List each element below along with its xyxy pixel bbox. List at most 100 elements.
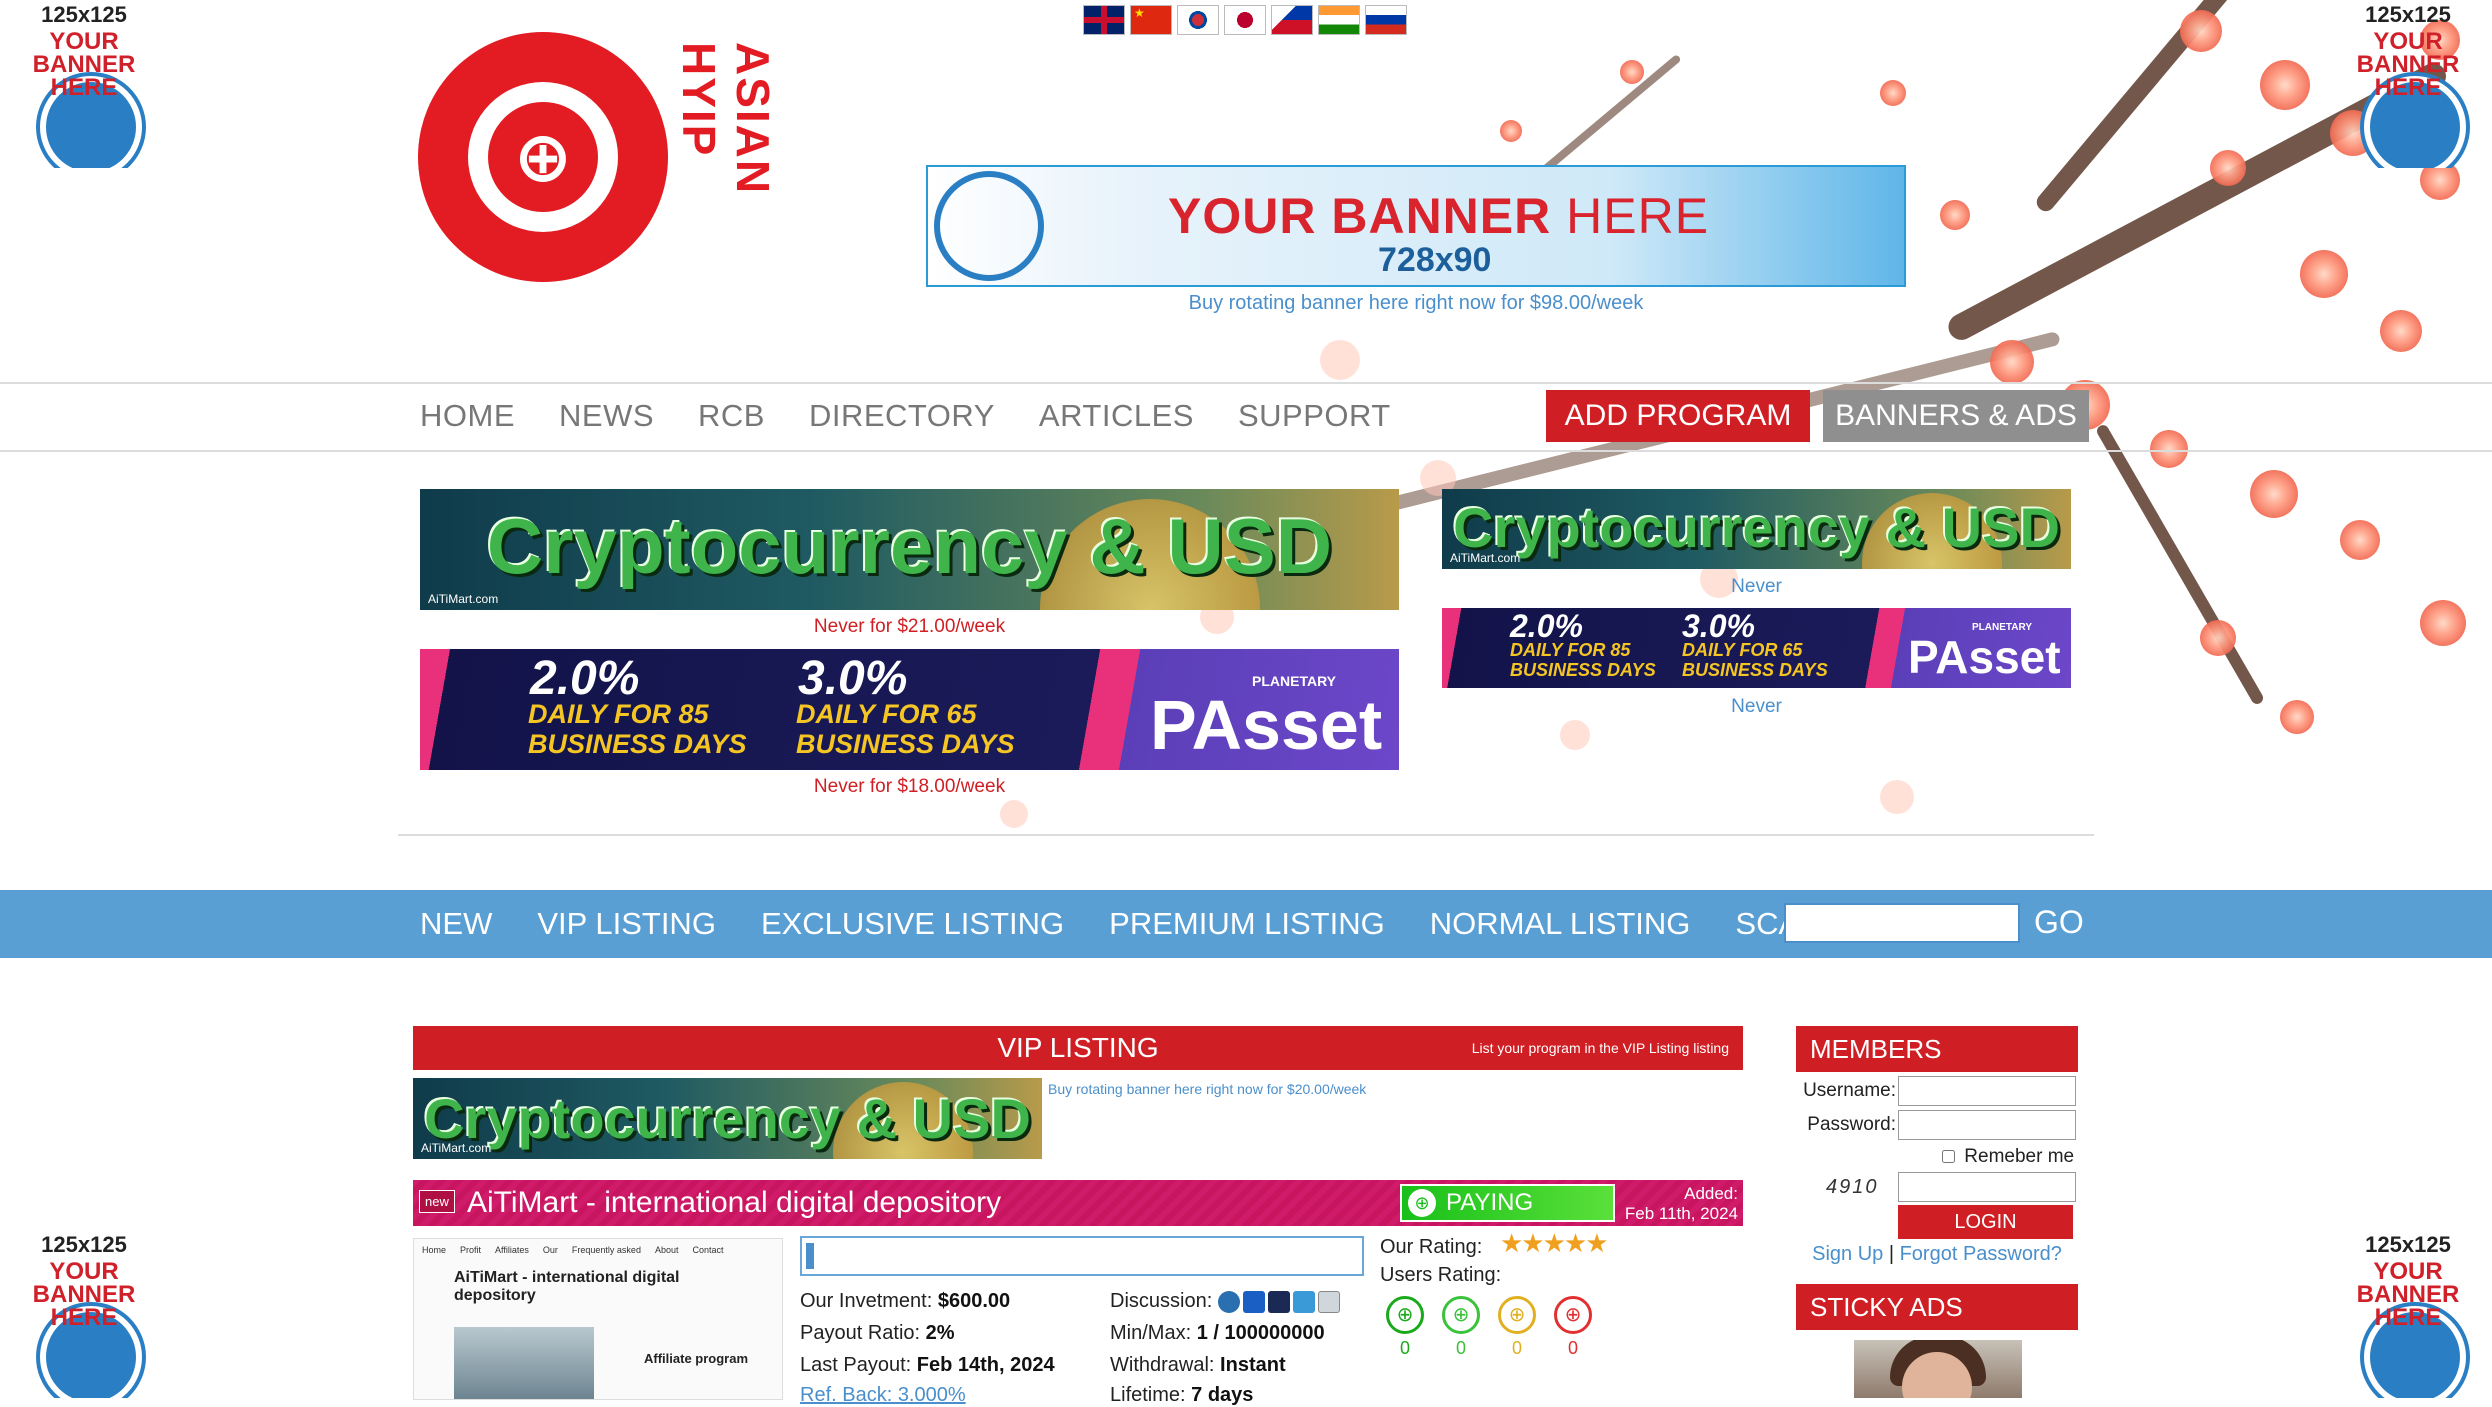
top-banner-caption[interactable]: Buy rotating banner here right now for $… bbox=[926, 292, 1906, 315]
rating-good[interactable]: ⊕ 0 bbox=[1386, 1296, 1424, 1359]
username-input[interactable] bbox=[1898, 1076, 2076, 1106]
ad-line1: YOUR bbox=[49, 28, 119, 55]
ad-size: 125x125 bbox=[2365, 2, 2451, 27]
add-program-button[interactable]: ADD PROGRAM bbox=[1546, 390, 1810, 442]
side-ad-top-left[interactable]: 125x125 YOUR BANNER HERE bbox=[0, 0, 168, 168]
ad-line1: YOUR bbox=[2373, 1258, 2443, 1285]
banner-title-bold: YOUR BANNER bbox=[1168, 188, 1552, 244]
forgot-password-link[interactable]: Forgot Password? bbox=[1900, 1243, 2062, 1265]
nav-support[interactable]: SUPPORT bbox=[1238, 398, 1391, 434]
rating-ok[interactable]: ⊕ 0 bbox=[1442, 1296, 1480, 1359]
vip-banner-caption[interactable]: Buy rotating banner here right now for $… bbox=[1048, 1081, 1366, 1097]
password-input[interactable] bbox=[1898, 1110, 2076, 1140]
passet-business-2: BUSINESS DAYS bbox=[796, 729, 1015, 759]
left-banner-caption-1[interactable]: Never for $21.00/week bbox=[420, 616, 1399, 638]
flag-india-icon[interactable] bbox=[1318, 5, 1360, 35]
crypto-banner-small[interactable]: Cryptocurrency & USD AiTiMart.com bbox=[1442, 489, 2071, 569]
forum-bird-icon[interactable] bbox=[1217, 1290, 1240, 1313]
flag-uk-icon[interactable] bbox=[1083, 5, 1125, 35]
ref-back-row[interactable]: Ref. Back: 3.000% bbox=[800, 1384, 966, 1407]
nav-directory[interactable]: DIRECTORY bbox=[809, 398, 995, 434]
top-banner-728x90[interactable]: YOUR BANNER HERE 728x90 bbox=[926, 165, 1906, 287]
ad-line3: HERE bbox=[2374, 1304, 2442, 1331]
rating-warn[interactable]: ⊕ 0 bbox=[1498, 1296, 1536, 1359]
thumb-nav-item: Our bbox=[542, 1245, 558, 1255]
listing-tab-normal[interactable]: NORMAL LISTING bbox=[1430, 906, 1691, 942]
nav-divider-bottom bbox=[0, 450, 2492, 452]
forum-chart-icon[interactable] bbox=[1317, 1290, 1340, 1313]
crypto-banner-large[interactable]: Cryptocurrency & USD AiTiMart.com bbox=[420, 489, 1399, 610]
nav-rcb[interactable]: RCB bbox=[698, 398, 765, 434]
remember-me[interactable]: Remeber me bbox=[1942, 1146, 2074, 1168]
crypto-banner-text: Cryptocurrency & USD bbox=[486, 502, 1333, 590]
withdrawal-value: Instant bbox=[1220, 1354, 1286, 1376]
side-ad-bottom-right[interactable]: 125x125 YOUR BANNER HERE bbox=[2324, 1230, 2492, 1398]
thumb-nav-item: Home bbox=[422, 1245, 447, 1255]
main-nav: HOME NEWS RCB DIRECTORY ARTICLES SUPPORT bbox=[420, 398, 1391, 434]
search-input[interactable] bbox=[1784, 903, 2020, 943]
thumb-nav-item: About bbox=[654, 1245, 679, 1255]
passet-banner-small[interactable]: 2.0% DAILY FOR 85 BUSINESS DAYS 3.0% DAI… bbox=[1442, 608, 2071, 688]
forum-s-icon[interactable] bbox=[1242, 1290, 1265, 1313]
signup-link[interactable]: Sign Up bbox=[1812, 1243, 1883, 1265]
listing-tab-premium[interactable]: PREMIUM LISTING bbox=[1109, 906, 1385, 942]
banner-title: YOUR BANNER HERE bbox=[1168, 187, 1709, 245]
flag-russia-icon[interactable] bbox=[1365, 5, 1407, 35]
program-name[interactable]: AiTiMart - international digital deposit… bbox=[467, 1186, 1001, 1220]
username-label: Username: bbox=[1803, 1080, 1896, 1101]
flag-china-icon[interactable]: ★ bbox=[1130, 5, 1172, 35]
added-label: Added: bbox=[1684, 1184, 1738, 1203]
flag-korea-icon[interactable] bbox=[1177, 5, 1219, 35]
banners-ads-button[interactable]: BANNERS & ADS bbox=[1823, 390, 2089, 442]
nav-articles[interactable]: ARTICLES bbox=[1039, 398, 1194, 434]
rating-bad-count: 0 bbox=[1567, 1338, 1578, 1358]
users-rating-icons: ⊕ 0 ⊕ 0 ⊕ 0 ⊕ 0 bbox=[1386, 1296, 1592, 1359]
paying-status-label: PAYING bbox=[1446, 1189, 1534, 1216]
banner-size: 728x90 bbox=[1378, 241, 1492, 279]
rating-good-icon: ⊕ bbox=[1386, 1296, 1424, 1334]
listing-tab-new[interactable]: NEW bbox=[420, 906, 492, 942]
forum-h2-icon[interactable] bbox=[1292, 1290, 1315, 1313]
forum-h-icon[interactable] bbox=[1267, 1290, 1290, 1313]
thumb-nav-item: Contact bbox=[692, 1245, 724, 1255]
rating-bad[interactable]: ⊕ 0 bbox=[1554, 1296, 1592, 1359]
rating-ok-icon: ⊕ bbox=[1442, 1296, 1480, 1334]
lifetime-value: 7 days bbox=[1191, 1384, 1254, 1406]
flag-philippines-icon[interactable] bbox=[1271, 5, 1313, 35]
right-banner-caption-1[interactable]: Never bbox=[1442, 576, 2071, 598]
vip-listing-link[interactable]: List your program in the VIP Listing lis… bbox=[1472, 1040, 1729, 1056]
crypto-banner-mark: AiTiMart.com bbox=[421, 1141, 492, 1155]
crypto-banner-text: Cryptocurrency & USD bbox=[1453, 496, 2060, 559]
passet-rate-1: 2.0% bbox=[530, 652, 640, 705]
added-date: Feb 11th, 2024 bbox=[1624, 1204, 1738, 1223]
ref-back-link[interactable]: Ref. Back: 3.000% bbox=[800, 1384, 966, 1406]
right-banner-caption-2[interactable]: Never bbox=[1442, 696, 2071, 718]
ad-line2: BANNER bbox=[32, 1281, 136, 1308]
side-ad-bottom-left[interactable]: 125x125 YOUR BANNER HERE bbox=[0, 1230, 168, 1398]
listing-tab-exclusive[interactable]: EXCLUSIVE LISTING bbox=[761, 906, 1064, 942]
passet-logo: PAsset bbox=[1150, 686, 1383, 764]
passet-banner-large[interactable]: 2.0% DAILY FOR 85 BUSINESS DAYS 3.0% DAI… bbox=[420, 649, 1399, 770]
nav-home[interactable]: HOME bbox=[420, 398, 515, 434]
go-button[interactable]: GO bbox=[2034, 904, 2084, 941]
captcha-input[interactable] bbox=[1898, 1172, 2076, 1202]
crypto-banner-mark: AiTiMart.com bbox=[1450, 551, 1521, 565]
vip-crypto-banner[interactable]: Cryptocurrency & USD AiTiMart.com bbox=[413, 1078, 1042, 1159]
paying-icon: ⊕ bbox=[1408, 1189, 1436, 1217]
flag-japan-icon[interactable] bbox=[1224, 5, 1266, 35]
passet-business-1: BUSINESS DAYS bbox=[1510, 660, 1656, 680]
left-banner-caption-2[interactable]: Never for $18.00/week bbox=[420, 776, 1399, 798]
members-header: MEMBERS bbox=[1796, 1026, 2078, 1072]
nav-news[interactable]: NEWS bbox=[559, 398, 654, 434]
minmax-label: Min/Max: bbox=[1110, 1322, 1192, 1344]
listing-tab-vip[interactable]: VIP LISTING bbox=[537, 906, 716, 942]
side-ad-top-right[interactable]: 125x125 YOUR BANNER HERE bbox=[2324, 0, 2492, 168]
sticky-ad-image[interactable] bbox=[1854, 1340, 2022, 1398]
ad-line3: HERE bbox=[50, 74, 118, 101]
thumb-nav: Home Profit Affiliates Our Frequently as… bbox=[414, 1239, 782, 1261]
remember-checkbox[interactable] bbox=[1942, 1150, 1955, 1164]
banner-emblem-icon bbox=[934, 171, 1044, 281]
program-screenshot[interactable]: Home Profit Affiliates Our Frequently as… bbox=[413, 1238, 783, 1400]
site-logo[interactable]: ⊕ ASIAN HYIP bbox=[410, 12, 779, 312]
login-button[interactable]: LOGIN bbox=[1898, 1205, 2073, 1239]
